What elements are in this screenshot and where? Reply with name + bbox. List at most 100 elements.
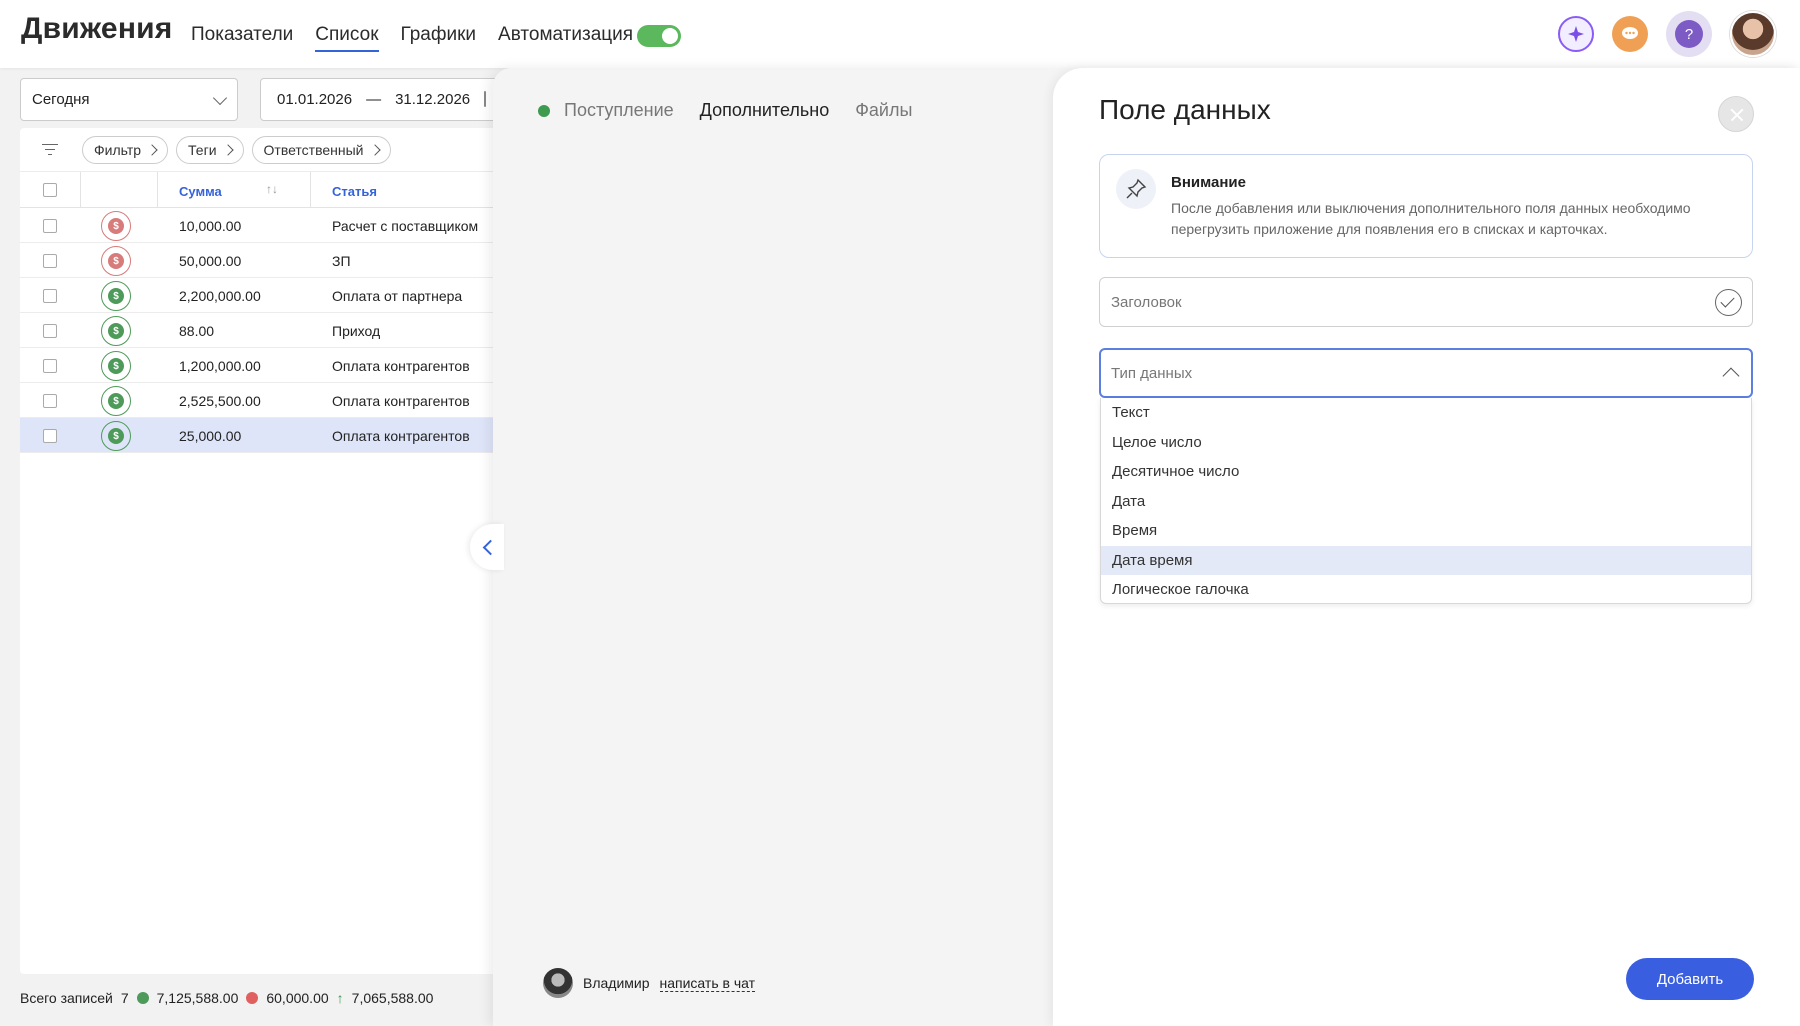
option-integer[interactable]: Целое число <box>1101 428 1751 458</box>
money-icon: $ <box>101 246 131 276</box>
row-checkbox[interactable] <box>43 219 57 233</box>
income-dot-icon <box>136 992 149 1004</box>
option-datetime[interactable]: Дата время <box>1101 545 1751 575</box>
row-article: Оплата контрагентов <box>332 358 470 374</box>
row-checkbox[interactable] <box>43 289 57 303</box>
table-row-selected[interactable]: $ 25,000.00 Оплата контрагентов <box>20 418 500 453</box>
calendar-icon[interactable] <box>484 91 487 107</box>
status-dot-icon <box>538 105 550 118</box>
pin-icon <box>1116 169 1156 209</box>
chat-icon[interactable] <box>1612 16 1648 52</box>
chat-link[interactable]: написать в чат <box>659 975 756 992</box>
row-article: Приход <box>332 323 381 339</box>
automation-toggle[interactable] <box>637 25 681 47</box>
top-bar: Движения Показатели Список Графики Автом… <box>0 0 1800 68</box>
notice-title: Внимание <box>1171 174 1246 191</box>
money-icon: $ <box>101 386 131 416</box>
user-avatar[interactable] <box>1730 11 1776 57</box>
expense-dot-icon <box>246 992 259 1004</box>
period-select[interactable]: Сегодня <box>20 78 238 121</box>
add-button[interactable]: Добавить <box>1626 958 1754 1000</box>
contact-block: Владимир написать в чат <box>543 968 756 998</box>
type-placeholder: Тип данных <box>1111 365 1193 382</box>
data-type-options: Текст Целое число Десятичное число Дата … <box>1100 398 1752 604</box>
movements-list: Фильтр Теги Ответственный Сумма ↑↓ Стать… <box>20 128 500 974</box>
table-row[interactable]: $ 2,200,000.00 Оплата от партнера <box>20 278 500 313</box>
data-field-panel: Поле данных Внимание После добавления ил… <box>1053 68 1800 1026</box>
money-icon: $ <box>101 316 131 346</box>
table-row[interactable]: $ 50,000.00 ЗП <box>20 243 500 278</box>
help-glyph: ? <box>1675 20 1703 48</box>
total-expense: 60,000.00 <box>266 990 329 1006</box>
filter-row: Фильтр Теги Ответственный <box>20 128 500 172</box>
tab-automation[interactable]: Автоматизация <box>498 24 633 52</box>
panel-title: Поле данных <box>1099 94 1271 125</box>
date-separator: — <box>366 91 382 108</box>
tab-additional[interactable]: Дополнительно <box>700 100 830 121</box>
row-checkbox[interactable] <box>43 359 57 373</box>
row-checkbox[interactable] <box>43 324 57 338</box>
table-row[interactable]: $ 10,000.00 Расчет с поставщиком <box>20 208 500 243</box>
money-icon: $ <box>101 211 131 241</box>
total-label: Всего записей <box>20 990 113 1006</box>
date-from: 01.01.2026 <box>277 91 353 108</box>
money-icon: $ <box>101 351 131 381</box>
sort-icon[interactable]: ↑↓ <box>266 182 278 196</box>
filter-icon[interactable] <box>42 143 58 156</box>
row-article: ЗП <box>332 253 351 269</box>
contact-name: Владимир <box>583 975 650 991</box>
row-article: Расчет с поставщиком <box>332 218 479 234</box>
column-article[interactable]: Статья <box>332 184 377 199</box>
warning-notice: Внимание После добавления или выключения… <box>1099 154 1753 258</box>
row-sum: 2,525,500.00 <box>179 393 261 409</box>
tab-income[interactable]: Поступление <box>538 100 674 121</box>
check-icon[interactable] <box>1715 289 1742 316</box>
arrow-up-icon: ↑ <box>336 990 344 1006</box>
main-nav: Показатели Список Графики Автоматизация <box>191 24 633 52</box>
chevron-up-icon <box>1722 367 1740 385</box>
option-date[interactable]: Дата <box>1101 487 1751 517</box>
responsible-chip[interactable]: Ответственный <box>251 135 391 164</box>
row-sum: 2,200,000.00 <box>179 288 261 304</box>
money-icon: $ <box>101 421 131 451</box>
row-article: Оплата контрагентов <box>332 428 470 444</box>
data-type-select[interactable]: Тип данных <box>1099 348 1753 398</box>
table-row[interactable]: $ 2,525,500.00 Оплата контрагентов <box>20 383 500 418</box>
row-sum: 10,000.00 <box>179 218 242 234</box>
title-input[interactable]: Заголовок <box>1099 277 1753 327</box>
contact-avatar <box>543 968 573 998</box>
row-article: Оплата контрагентов <box>332 393 470 409</box>
tab-charts[interactable]: Графики <box>401 24 477 52</box>
date-range-input[interactable]: 01.01.2026 — 31.12.2026 <box>260 78 500 121</box>
tab-files[interactable]: Файлы <box>855 100 912 121</box>
option-boolean[interactable]: Логическое галочка <box>1101 575 1751 605</box>
column-sum[interactable]: Сумма <box>179 184 222 199</box>
sparkle-icon[interactable] <box>1558 16 1594 52</box>
table-row[interactable]: $ 1,200,000.00 Оплата контрагентов <box>20 348 500 383</box>
row-sum: 50,000.00 <box>179 253 242 269</box>
column-divider <box>310 172 311 208</box>
column-divider <box>80 172 81 208</box>
tab-list[interactable]: Список <box>315 24 379 52</box>
table-row[interactable]: $ 88.00 Приход <box>20 313 500 348</box>
money-icon: $ <box>101 281 131 311</box>
option-decimal[interactable]: Десятичное число <box>1101 457 1751 487</box>
tab-indicators[interactable]: Показатели <box>191 24 293 52</box>
row-sum: 25,000.00 <box>179 428 242 444</box>
row-checkbox[interactable] <box>43 429 57 443</box>
tags-chip[interactable]: Теги <box>176 135 244 164</box>
option-text[interactable]: Текст <box>1101 398 1751 428</box>
row-checkbox[interactable] <box>43 254 57 268</box>
close-icon[interactable] <box>1718 96 1754 132</box>
top-icons: ? <box>1558 11 1776 57</box>
title-placeholder: Заголовок <box>1111 294 1182 311</box>
filter-chip[interactable]: Фильтр <box>82 135 169 164</box>
total-income: 7,125,588.00 <box>156 990 239 1006</box>
list-footer: Всего записей 7 7,125,588.00 60,000.00 ↑… <box>20 990 433 1006</box>
row-checkbox[interactable] <box>43 394 57 408</box>
help-icon[interactable]: ? <box>1666 11 1712 57</box>
select-all-checkbox[interactable] <box>43 183 57 197</box>
table-header: Сумма ↑↓ Статья <box>20 172 500 208</box>
row-article: Оплата от партнера <box>332 288 463 304</box>
option-time[interactable]: Время <box>1101 516 1751 546</box>
